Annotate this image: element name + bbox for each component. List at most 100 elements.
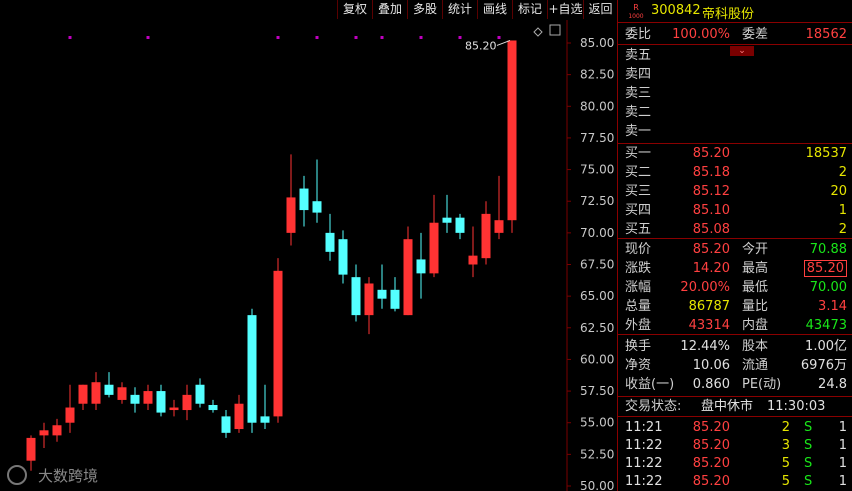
stat-row: 涨幅 20.00% 最低 70.00 bbox=[618, 279, 852, 296]
candle[interactable] bbox=[247, 308, 257, 433]
tick-count: 1 bbox=[838, 456, 847, 471]
candle[interactable] bbox=[338, 230, 348, 284]
fundamental-label: 收益(一) bbox=[625, 377, 675, 392]
ask-level-label: 卖二 bbox=[625, 105, 652, 120]
candle-body bbox=[130, 394, 140, 404]
candle[interactable] bbox=[286, 154, 296, 246]
quote-panel: R 1000 300842 帝科股份 委比 100.00% 委差 18562 ⌄… bbox=[617, 0, 852, 491]
candle[interactable] bbox=[429, 194, 439, 278]
draw-line-button[interactable]: 画线 bbox=[477, 0, 512, 19]
multi-stock-button[interactable]: 多股 bbox=[407, 0, 442, 19]
overlay-button[interactable]: 叠加 bbox=[372, 0, 407, 19]
candle[interactable] bbox=[481, 201, 491, 265]
candle[interactable] bbox=[494, 175, 504, 240]
fundamental-row: 收益(一) 0.860 PE(动) 24.8 bbox=[618, 376, 852, 393]
candle[interactable] bbox=[442, 194, 452, 233]
candle-body bbox=[468, 255, 478, 265]
candle[interactable] bbox=[39, 422, 49, 449]
candle[interactable] bbox=[312, 159, 322, 223]
signal-marker bbox=[419, 36, 423, 39]
watermark-text: 大数跨境 bbox=[38, 467, 98, 485]
candle[interactable] bbox=[403, 226, 413, 316]
candle[interactable] bbox=[377, 264, 387, 309]
signal-marker bbox=[458, 36, 462, 39]
order-ratio-label: 委比 bbox=[625, 27, 652, 42]
signal-marker bbox=[315, 36, 319, 39]
bid-level-label: 买五 bbox=[625, 222, 652, 237]
ask-level-label: 卖五 bbox=[625, 48, 652, 63]
candle[interactable] bbox=[468, 226, 478, 278]
statistics-button[interactable]: 统计 bbox=[442, 0, 477, 19]
stat-label: 涨跌 bbox=[625, 261, 652, 276]
add-watchlist-button[interactable]: +自选 bbox=[547, 0, 583, 19]
tick-row: 11:22 85.20 3 S 1 bbox=[618, 437, 852, 454]
stat-value: 14.20 bbox=[692, 261, 730, 276]
bid-volume: 2 bbox=[838, 222, 847, 237]
diamond-icon[interactable] bbox=[533, 27, 543, 37]
candle[interactable] bbox=[130, 387, 140, 413]
candle[interactable] bbox=[169, 399, 179, 417]
bid-row: 买四 85.10 1 bbox=[618, 202, 852, 219]
candle[interactable] bbox=[455, 213, 465, 240]
candle[interactable] bbox=[156, 384, 166, 417]
candle[interactable] bbox=[117, 382, 127, 404]
bid-row: 买五 85.08 2 bbox=[618, 221, 852, 238]
stat-label: 涨幅 bbox=[625, 280, 652, 295]
candle-body bbox=[299, 188, 309, 211]
candle[interactable] bbox=[234, 394, 244, 433]
price-tick-label: 82.50 bbox=[580, 68, 614, 82]
ask-row: 卖一 bbox=[618, 123, 852, 140]
candle-body bbox=[195, 384, 205, 404]
candle[interactable] bbox=[273, 258, 283, 423]
signal-marker bbox=[68, 36, 72, 39]
tick-row: 11:22 85.20 5 S 1 bbox=[618, 455, 852, 472]
candle[interactable] bbox=[260, 384, 270, 430]
back-button[interactable]: 返回 bbox=[583, 0, 617, 19]
stat-value: 43473 bbox=[805, 318, 847, 333]
restore-rights-button[interactable]: 复权 bbox=[337, 0, 372, 19]
candle[interactable] bbox=[351, 264, 361, 322]
stock-name: 帝科股份 bbox=[702, 7, 755, 22]
panel-toggle-icon[interactable] bbox=[549, 24, 561, 36]
candle[interactable] bbox=[390, 277, 400, 312]
candle[interactable] bbox=[26, 435, 36, 471]
price-tick-label: 70.00 bbox=[580, 226, 614, 240]
tick-price: 85.20 bbox=[692, 456, 730, 471]
tick-count: 1 bbox=[838, 438, 847, 453]
candle[interactable] bbox=[104, 372, 114, 398]
fundamental-label: 换手 bbox=[625, 339, 652, 354]
candle[interactable] bbox=[182, 384, 192, 421]
candlestick-chart[interactable]: 85.00 82.50 80.00 77.50 75.00 72.50 70.00 67.50… bbox=[0, 20, 617, 491]
fundamental-row: 换手 12.44% 股本 1.00亿 bbox=[618, 338, 852, 355]
candle[interactable] bbox=[91, 372, 101, 411]
signal-marker bbox=[354, 36, 358, 39]
candle[interactable] bbox=[195, 378, 205, 408]
watermark: 大数跨境 bbox=[7, 465, 98, 485]
stat-value: 70.88 bbox=[809, 242, 847, 257]
r-badge-icon: R 1000 bbox=[625, 2, 647, 19]
bid-price: 85.18 bbox=[692, 165, 730, 180]
candle[interactable] bbox=[208, 399, 218, 413]
candle[interactable] bbox=[364, 277, 374, 335]
candle[interactable] bbox=[325, 213, 335, 261]
price-tick-label: 72.50 bbox=[580, 194, 614, 208]
candle-body bbox=[429, 222, 439, 274]
candle[interactable] bbox=[78, 384, 88, 411]
candle[interactable] bbox=[143, 384, 153, 411]
fundamental-value: 10.06 bbox=[692, 358, 730, 373]
candle[interactable] bbox=[65, 384, 75, 433]
candle-body bbox=[364, 283, 374, 316]
candle[interactable] bbox=[416, 232, 426, 299]
candle[interactable] bbox=[52, 418, 62, 442]
candle-body bbox=[104, 384, 114, 395]
price-tick-label: 65.00 bbox=[580, 289, 614, 303]
candle[interactable] bbox=[507, 40, 517, 233]
stat-value: 85.20 bbox=[803, 260, 847, 277]
fundamental-label: 股本 bbox=[742, 339, 769, 354]
signal-marker bbox=[276, 36, 280, 39]
candle[interactable] bbox=[299, 175, 309, 227]
candle[interactable] bbox=[221, 410, 231, 438]
candle-body bbox=[91, 382, 101, 404]
mark-button[interactable]: 标记 bbox=[512, 0, 547, 19]
candle-body bbox=[351, 277, 361, 316]
